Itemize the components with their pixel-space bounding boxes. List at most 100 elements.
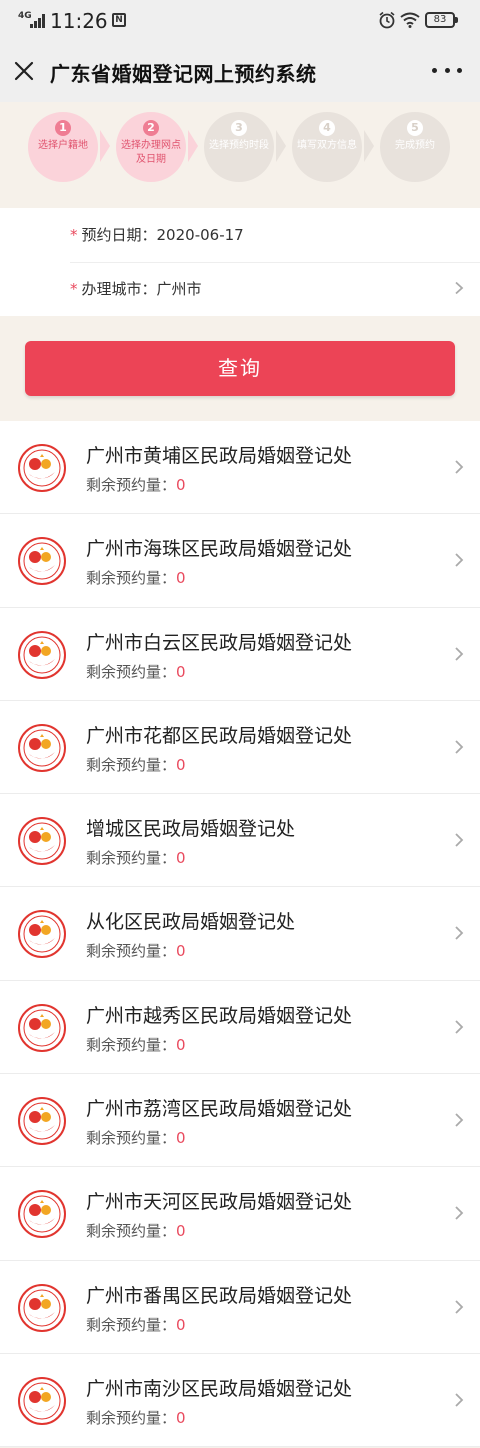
navigation-bar: 广东省婚姻登记网上预约系统: [0, 42, 480, 102]
notification-icon: N: [112, 13, 126, 27]
chevron-right-icon: [455, 460, 464, 474]
office-list-item[interactable]: 广州市荔湾区民政局婚姻登记处 剩余预约量：0: [0, 1074, 480, 1168]
quota-label: 剩余预约量：: [86, 849, 177, 868]
office-list-item[interactable]: 广州市番禺区民政局婚姻登记处 剩余预约量：0: [0, 1260, 480, 1354]
office-list-item[interactable]: 从化区民政局婚姻登记处 剩余预约量：0: [0, 887, 480, 981]
remaining-quota: 剩余预约量：0: [86, 474, 186, 495]
chevron-right-icon: [455, 833, 464, 847]
city-field[interactable]: * 办理城市：广州市: [70, 262, 480, 316]
step-number: 2: [143, 120, 159, 136]
date-field[interactable]: * 预约日期：2020-06-17: [70, 208, 480, 262]
office-name: 广州市番禺区民政局婚姻登记处: [86, 1284, 353, 1307]
step-number: 4: [319, 120, 335, 136]
step-label: 选择户籍地: [38, 140, 88, 151]
quota-value: 0: [176, 662, 186, 681]
step-number: 3: [231, 120, 247, 136]
city-label: 办理城市：: [81, 280, 157, 298]
required-mark: *: [70, 280, 78, 298]
marriage-registry-logo-icon: [18, 630, 66, 679]
office-list-item[interactable]: 广州市天河区民政局婚姻登记处 剩余预约量：0: [0, 1167, 480, 1261]
quota-value: 0: [176, 476, 186, 494]
office-list-item[interactable]: 广州市白云区民政局婚姻登记处 剩余预约量：0: [0, 607, 480, 701]
wifi-icon: [400, 12, 420, 28]
close-icon[interactable]: [12, 59, 36, 83]
quota-label: 剩余预约量：: [86, 755, 177, 774]
quota-label: 剩余预约量：: [86, 476, 177, 494]
chevron-right-icon[interactable]: [453, 281, 465, 295]
office-list-item[interactable]: 广州市南沙区民政局婚姻登记处 剩余预约量：0: [0, 1353, 480, 1448]
office-name: 增城区民政局婚姻登记处: [86, 818, 296, 841]
step-4: 4 填写双方信息: [292, 112, 362, 182]
office-list-item[interactable]: 广州市越秀区民政局婚姻登记处 剩余预约量：0: [0, 980, 480, 1075]
chevron-right-icon: [455, 1393, 464, 1407]
remaining-quota: 剩余预约量：0: [86, 1314, 186, 1335]
step-label: 选择办理网点及日期: [121, 140, 181, 165]
office-list-item[interactable]: 增城区民政局婚姻登记处 剩余预约量：0: [0, 794, 480, 888]
marriage-registry-logo-icon: [18, 1283, 66, 1332]
office-name: 广州市黄埔区民政局婚姻登记处: [86, 445, 353, 467]
remaining-quota: 剩余预约量：0: [86, 567, 186, 588]
office-name: 广州市南沙区民政局婚姻登记处: [86, 1377, 353, 1400]
office-name: 广州市白云区民政局婚姻登记处: [86, 631, 353, 654]
chevron-right-icon: [455, 1113, 464, 1127]
step-label: 选择预约时段: [209, 140, 269, 151]
chevron-right-icon: [455, 926, 464, 941]
chevron-right-icon: [455, 646, 464, 661]
dot: [444, 68, 450, 73]
marriage-registry-logo-icon: [18, 723, 66, 772]
marriage-registry-logo-icon: [18, 1097, 66, 1146]
marriage-registry-logo-icon: [18, 444, 66, 492]
battery-tip: [455, 17, 458, 23]
dot: [432, 68, 437, 73]
office-name: 广州市海珠区民政局婚姻登记处: [86, 538, 353, 561]
step-arrow: [188, 130, 198, 162]
query-button[interactable]: 查询: [25, 341, 455, 396]
chevron-right-icon: [455, 1020, 464, 1034]
remaining-quota: 剩余预约量：0: [86, 661, 186, 682]
marriage-registry-logo-icon: [18, 1376, 66, 1425]
office-name: 广州市越秀区民政局婚姻登记处: [86, 1004, 353, 1027]
quota-label: 剩余预约量：: [86, 569, 177, 588]
quota-value: 0: [176, 1315, 186, 1334]
step-label: 填写双方信息: [297, 140, 357, 151]
page-title: 广东省婚姻登记网上预约系统: [50, 62, 317, 86]
remaining-quota: 剩余预约量：0: [86, 1034, 186, 1055]
date-label: 预约日期：: [81, 226, 157, 244]
step-number: 1: [55, 120, 71, 136]
office-list-item[interactable]: 广州市海珠区民政局婚姻登记处 剩余预约量：0: [0, 514, 480, 608]
marriage-registry-logo-icon: [18, 817, 66, 866]
step-5: 5 完成预约: [380, 112, 450, 182]
quota-value: 0: [176, 942, 186, 961]
alarm-icon: [379, 11, 395, 29]
quota-label: 剩余预约量：: [86, 1129, 177, 1148]
chevron-right-icon: [455, 1300, 464, 1314]
dot: [457, 68, 462, 73]
marriage-registry-logo-icon: [18, 1190, 66, 1239]
signal-icon: [30, 14, 45, 28]
quota-label: 剩余预约量：: [86, 942, 177, 961]
quota-label: 剩余预约量：: [86, 662, 177, 681]
quota-value: 0: [176, 1222, 186, 1241]
marriage-registry-logo-icon: [18, 1003, 66, 1052]
required-mark: *: [70, 226, 78, 244]
quota-value: 0: [176, 755, 186, 774]
chevron-right-icon: [455, 553, 464, 567]
quota-value: 0: [176, 1129, 186, 1148]
date-value: 2020-06-17: [156, 226, 244, 244]
remaining-quota: 剩余预约量：0: [86, 1127, 186, 1148]
quota-value: 0: [176, 1035, 186, 1054]
step-progress: 1 选择户籍地 2 选择办理网点及日期 3 选择预约时段 4 填写双方信息 5 …: [0, 102, 480, 192]
step-arrow: [100, 130, 110, 162]
more-options-icon[interactable]: [432, 68, 462, 76]
office-name: 广州市天河区民政局婚姻登记处: [86, 1191, 353, 1214]
remaining-quota: 剩余预约量：0: [86, 847, 186, 868]
step-number: 5: [407, 120, 423, 136]
quota-value: 0: [176, 1408, 186, 1427]
office-name: 广州市荔湾区民政局婚姻登记处: [86, 1098, 353, 1121]
office-list-item[interactable]: 广州市黄埔区民政局婚姻登记处 剩余预约量：0: [0, 421, 480, 515]
quota-label: 剩余预约量：: [86, 1035, 177, 1054]
marriage-registry-logo-icon: [18, 537, 66, 586]
office-name: 广州市花都区民政局婚姻登记处: [86, 724, 353, 747]
remaining-quota: 剩余预约量：0: [86, 754, 186, 775]
office-list-item[interactable]: 广州市花都区民政局婚姻登记处 剩余预约量：0: [0, 700, 480, 795]
